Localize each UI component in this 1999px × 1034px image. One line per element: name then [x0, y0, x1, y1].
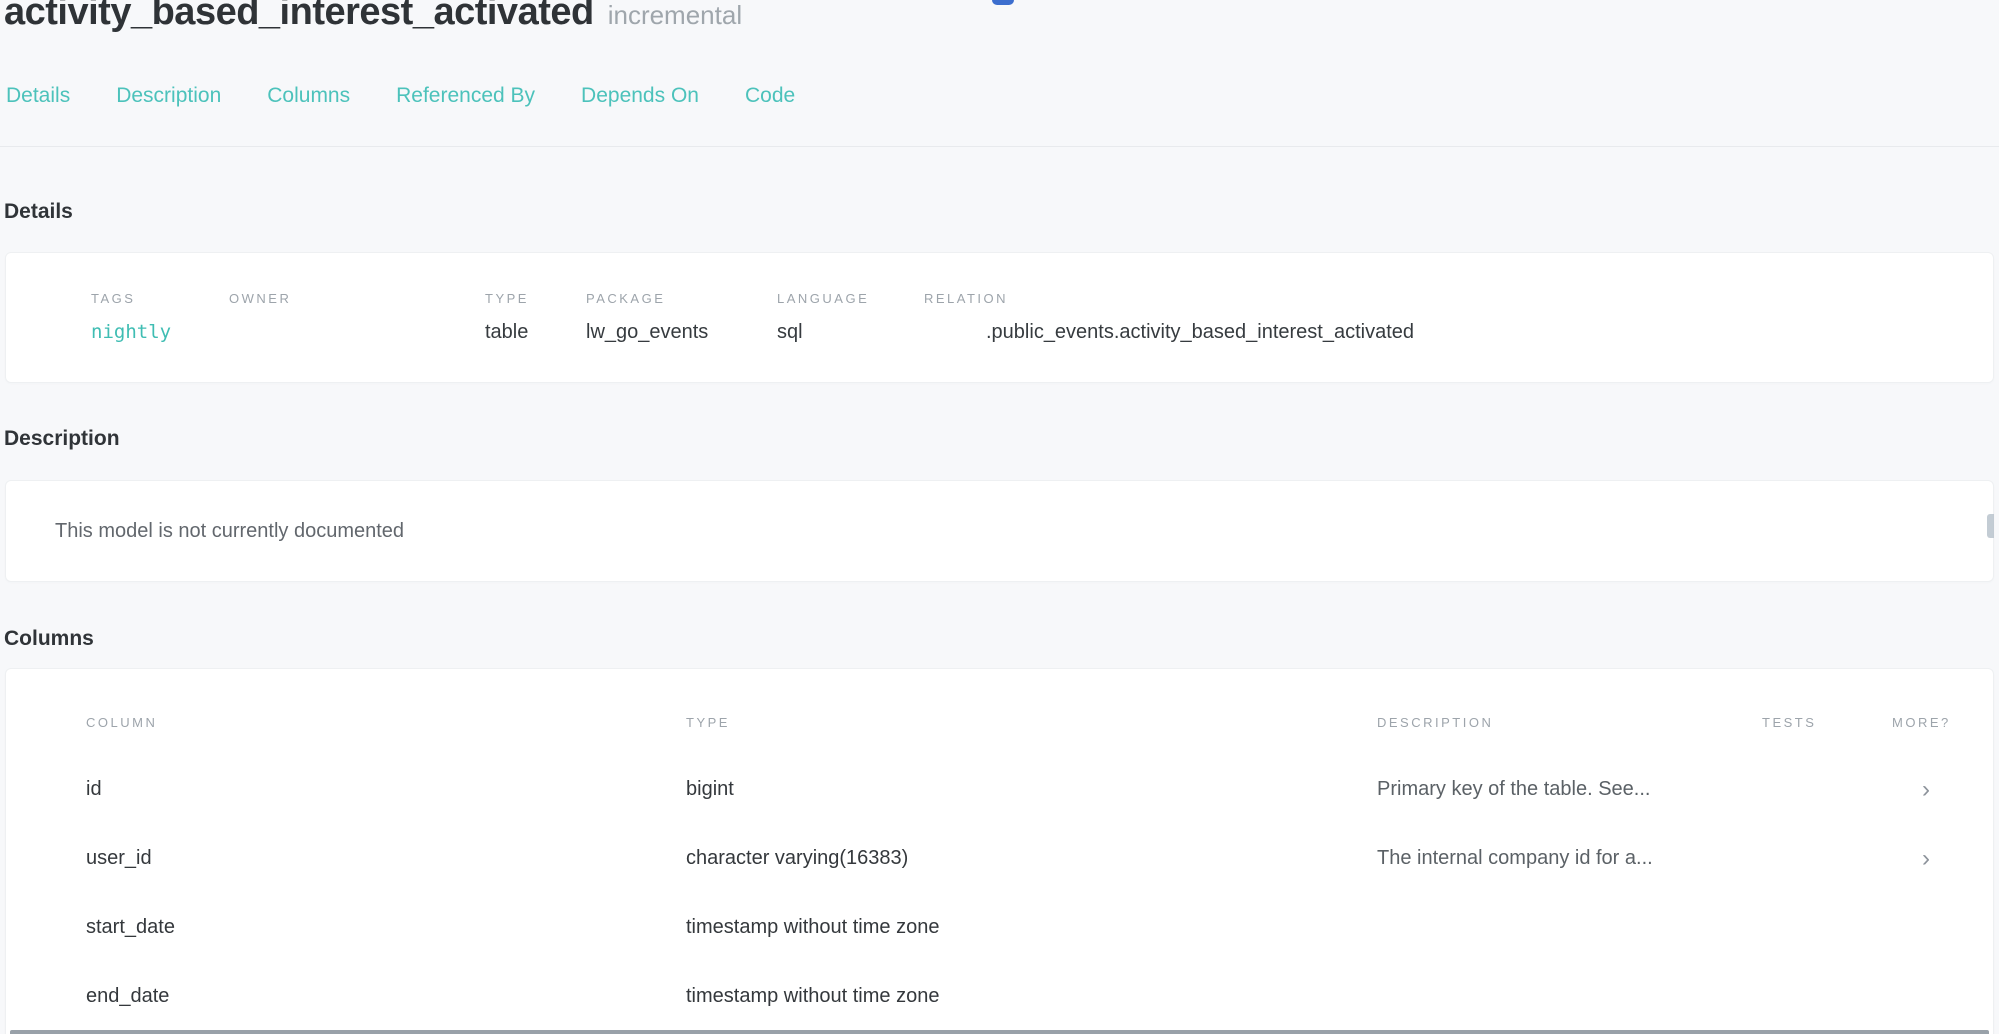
columns-card: COLUMN TYPE DESCRIPTION TESTS MORE? id b… [5, 668, 1994, 1034]
type-value: table [485, 320, 586, 344]
column-name: start_date [86, 916, 686, 939]
nav-link-columns[interactable]: Columns [267, 84, 350, 108]
column-type: timestamp without time zone [686, 985, 1377, 1008]
table-row-start-date[interactable]: start_date timestamp without time zone [6, 893, 1993, 962]
page-header: activity_based_interest_activated increm… [4, 0, 742, 34]
description-card: This model is not currently documented [5, 480, 1994, 582]
column-type: character varying(16383) [686, 847, 1377, 870]
column-type: timestamp without time zone [686, 916, 1377, 939]
header-type: TYPE [686, 715, 1377, 731]
page-title: activity_based_interest_activated [4, 0, 594, 34]
column-name: user_id [86, 847, 686, 870]
language-value: sql [777, 320, 924, 344]
header-divider [0, 146, 1999, 147]
owner-label: OWNER [229, 291, 485, 307]
column-name: end_date [86, 985, 686, 1008]
package-value: lw_go_events [586, 320, 777, 344]
field-package: PACKAGE lw_go_events [586, 291, 777, 382]
field-type: TYPE table [485, 291, 586, 382]
nav-link-depends-on[interactable]: Depends On [581, 84, 699, 108]
column-type: bigint [686, 778, 1377, 801]
header-tests: TESTS [1762, 715, 1892, 731]
description-section-heading: Description [4, 427, 120, 451]
field-relation: RELATION .public_events.activity_based_i… [924, 291, 1993, 382]
relation-label: RELATION [924, 291, 1993, 307]
column-description: Primary key of the table. See... [1377, 778, 1762, 801]
details-card: TAGS nightly OWNER TYPE table PACKAGE lw… [5, 252, 1994, 383]
column-description: The internal company id for a... [1377, 847, 1762, 870]
nav-link-details[interactable]: Details [6, 84, 70, 108]
clipped-bottom-element [10, 1030, 1989, 1034]
columns-section-heading: Columns [4, 627, 94, 651]
details-section-heading: Details [4, 200, 73, 224]
header-description: DESCRIPTION [1377, 715, 1762, 731]
clipped-right-element [1987, 514, 1994, 538]
header-column: COLUMN [86, 715, 686, 731]
nav-link-code[interactable]: Code [745, 84, 795, 108]
anchor-nav: Details Description Columns Referenced B… [6, 84, 841, 108]
materialization-badge: incremental [608, 0, 742, 31]
field-language: LANGUAGE sql [777, 291, 924, 382]
description-text: This model is not currently documented [55, 520, 404, 543]
field-tags: TAGS nightly [91, 291, 229, 382]
field-owner: OWNER [229, 291, 485, 382]
chevron-right-icon[interactable]: › [1892, 780, 1960, 800]
package-label: PACKAGE [586, 291, 777, 307]
clipped-top-element [992, 0, 1014, 5]
relation-value: .public_events.activity_based_interest_a… [924, 320, 1993, 344]
table-row-id[interactable]: id bigint Primary key of the table. See.… [6, 755, 1993, 824]
tags-label: TAGS [91, 291, 229, 307]
table-row-user-id[interactable]: user_id character varying(16383) The int… [6, 824, 1993, 893]
type-label: TYPE [485, 291, 586, 307]
tag-nightly[interactable]: nightly [91, 320, 229, 344]
dbt-docs-model-page: activity_based_interest_activated increm… [0, 0, 1999, 1034]
columns-table-header: COLUMN TYPE DESCRIPTION TESTS MORE? [6, 669, 1993, 731]
header-more: MORE? [1892, 715, 1960, 731]
chevron-right-icon[interactable]: › [1892, 849, 1960, 869]
language-label: LANGUAGE [777, 291, 924, 307]
nav-link-description[interactable]: Description [116, 84, 221, 108]
nav-link-referenced-by[interactable]: Referenced By [396, 84, 535, 108]
columns-table-body: id bigint Primary key of the table. See.… [6, 755, 1993, 1031]
column-name: id [86, 778, 686, 801]
table-row-end-date[interactable]: end_date timestamp without time zone [6, 962, 1993, 1031]
